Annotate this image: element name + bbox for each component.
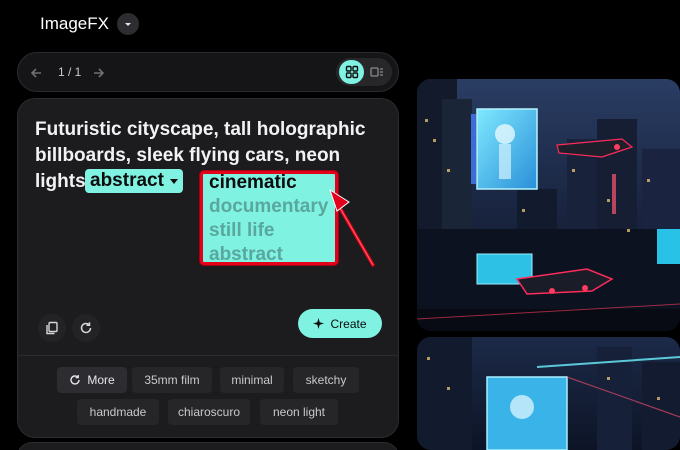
app-menu-button[interactable] [117, 13, 139, 35]
prompt-line: billboards, sleek flying cars, neon [35, 145, 341, 166]
single-image-icon [369, 67, 383, 77]
reset-button[interactable] [72, 314, 100, 342]
chip-label: cinematic [209, 172, 297, 193]
single-view-button[interactable] [364, 60, 389, 84]
create-button[interactable]: Create [298, 309, 382, 338]
view-toggle [336, 58, 392, 86]
refresh-icon [70, 375, 81, 385]
dropdown-option[interactable]: documentary [209, 196, 328, 218]
create-label: Create [330, 316, 367, 331]
divider [18, 355, 398, 356]
generated-image[interactable] [417, 79, 680, 331]
chevron-down-icon [169, 178, 178, 184]
copy-button[interactable] [38, 314, 66, 342]
style-dropdown: cinematic documentary still life abstrac… [200, 171, 338, 265]
style-chip-cinematic[interactable]: cinematic [209, 170, 323, 196]
annotation-arrow-icon [329, 188, 375, 267]
tag-chip[interactable]: chiaroscuro [168, 399, 250, 425]
pager-bar: 1 / 1 [17, 52, 399, 92]
more-label: More [87, 373, 115, 387]
page-count: 1 / 1 [58, 65, 82, 79]
arrow-left-icon [30, 68, 41, 78]
second-prompt-card [17, 442, 399, 450]
tag-chip[interactable]: 35mm film [132, 367, 212, 393]
sparkle-icon [313, 318, 325, 329]
tag-chip[interactable]: minimal [220, 367, 284, 393]
chip-label: abstract [90, 170, 164, 191]
generated-image[interactable] [417, 337, 680, 450]
previous-button[interactable] [27, 64, 45, 82]
chevron-down-icon [125, 23, 131, 26]
dropdown-option[interactable]: still life [209, 220, 274, 242]
more-tags-button[interactable]: More [57, 367, 127, 393]
refresh-icon [80, 322, 92, 334]
dropdown-option[interactable]: abstract [209, 244, 283, 266]
cityscape-image [417, 337, 680, 450]
next-button[interactable] [90, 64, 108, 82]
app-title: ImageFX [40, 14, 109, 33]
style-chip-abstract[interactable]: abstract [85, 169, 183, 193]
imagefx-app: ImageFX 1 / 1 Futuristic cityscape, tall… [0, 0, 680, 450]
cityscape-image [417, 79, 680, 331]
copy-icon [46, 321, 58, 335]
tag-chip[interactable]: neon light [260, 399, 338, 425]
grid-icon [345, 65, 358, 79]
arrow-right-icon [94, 68, 105, 78]
tag-chip[interactable]: handmade [77, 399, 159, 425]
prompt-line: Futuristic cityscape, tall holographic [35, 119, 366, 140]
grid-view-button[interactable] [339, 60, 364, 84]
tag-chip[interactable]: sketchy [293, 367, 359, 393]
